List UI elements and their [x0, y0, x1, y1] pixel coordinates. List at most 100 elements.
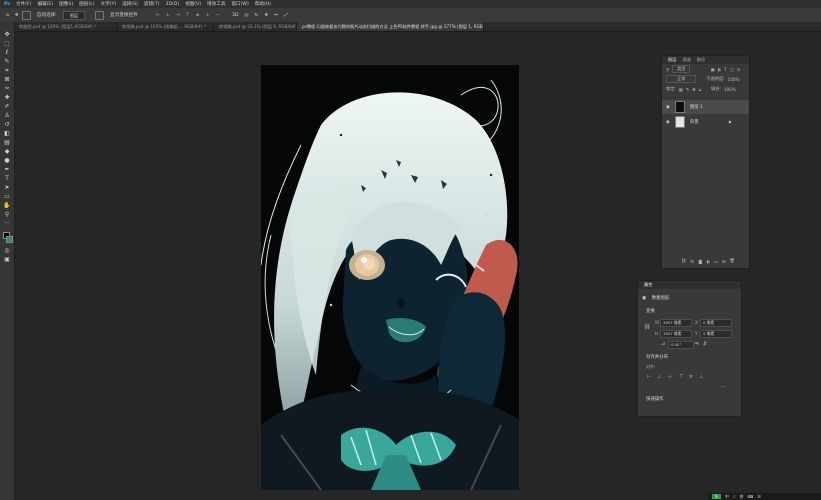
lasso-tool-icon[interactable]: ℓ — [3, 49, 11, 56]
menu-layer[interactable]: 图层(L) — [79, 1, 94, 7]
menu-filter[interactable]: 滤镜(T) — [144, 1, 160, 7]
pan-icon[interactable]: ✥ — [264, 13, 268, 18]
layer-name[interactable]: 图层 1 — [690, 104, 703, 110]
path-select-tool-icon[interactable]: ➤ — [3, 184, 11, 191]
slide-icon[interactable]: ⇔ — [274, 13, 278, 18]
auto-select-dropdown[interactable]: 图层 — [62, 10, 86, 20]
menu-help[interactable]: 帮助(H) — [255, 1, 271, 7]
quick-actions-section-title[interactable]: 快速操作 — [638, 396, 664, 402]
lock-pixels-icon[interactable]: ▦ — [679, 87, 683, 92]
marquee-tool-icon[interactable]: ⬚ — [3, 40, 11, 47]
visibility-eye-icon[interactable]: ◉ — [666, 120, 670, 125]
lock-all-icon[interactable]: 🔒︎ — [699, 87, 701, 92]
zoom-tool-icon[interactable]: ⚲ — [3, 211, 11, 218]
auto-select-checkbox[interactable] — [21, 10, 31, 20]
tab-paths[interactable]: 路径 — [697, 57, 705, 63]
filter-shape-icon[interactable]: ▢ — [730, 67, 734, 72]
menu-window[interactable]: 窗口(W) — [231, 1, 248, 7]
home-icon[interactable]: ⌂ — [6, 13, 9, 18]
layer-name[interactable]: 背景 — [690, 119, 699, 125]
align-right-icon[interactable]: ⊣ — [176, 13, 180, 18]
show-transform-checkbox[interactable] — [95, 10, 105, 20]
align-middle-icon[interactable]: ≑ — [196, 13, 200, 18]
menu-select[interactable]: 选择(S) — [122, 1, 138, 7]
align-top-icon[interactable]: ⊤ — [186, 13, 190, 18]
adjustment-layer-icon[interactable]: ◐ — [706, 259, 710, 264]
brush-tool-icon[interactable]: ✐ — [3, 103, 11, 110]
fill-input[interactable]: 100% — [724, 87, 736, 92]
y-input[interactable]: 0 像素 — [700, 330, 732, 338]
tab-channels[interactable]: 通道 — [682, 57, 690, 63]
delete-layer-icon[interactable]: 🗑︎ — [730, 258, 735, 264]
pen-tool-icon[interactable]: ✒ — [3, 166, 11, 173]
more-tools-icon[interactable]: ··· — [3, 220, 11, 227]
rectangle-tool-icon[interactable]: ▭ — [3, 193, 11, 200]
eyedropper-tool-icon[interactable]: ✑ — [3, 85, 11, 92]
filter-smart-icon[interactable]: ⊡ — [737, 67, 741, 72]
angle-input[interactable]: 0.00° — [668, 341, 694, 349]
blend-mode-dropdown[interactable]: 正常 — [666, 75, 697, 83]
align-left-icon[interactable]: ⊢ — [156, 13, 160, 18]
screen-mode-icon[interactable]: ▣ — [3, 256, 11, 263]
filter-pixel-icon[interactable]: ▣ — [710, 67, 714, 72]
layer-filter-dropdown[interactable]: 类型 — [672, 65, 691, 73]
flip-vertical-icon[interactable]: ⇵ — [702, 341, 708, 347]
document-canvas-image[interactable] — [261, 65, 519, 490]
menu-image[interactable]: 图像(I) — [59, 1, 73, 7]
align-bottom-edges-icon[interactable]: ⊥ — [698, 374, 704, 380]
app-logo-icon[interactable]: Ps — [4, 2, 10, 7]
width-input[interactable]: 3907 像素 — [660, 319, 692, 327]
menu-icon[interactable]: ☰ — [757, 494, 761, 499]
dodge-tool-icon[interactable]: ● — [3, 157, 11, 164]
tab-document-1[interactable]: 转曲图.psd @ 100% (图层1,RGB/8#) * — [14, 22, 117, 31]
fx-icon[interactable]: fx — [690, 259, 694, 264]
frame-tool-icon[interactable]: ⊠ — [3, 76, 11, 83]
align-v-centers-icon[interactable]: ≑ — [688, 374, 694, 380]
tab-document-2[interactable]: 转线稿.psd @ 100% (线稿组..., RGB/8#) * — [117, 22, 214, 31]
orbit-icon[interactable]: ◎ — [244, 13, 248, 18]
tab-document-3[interactable]: 转描稿.psd @ 33.3% (图层 0, RGB/8#) * — [214, 22, 297, 31]
lock-move-icon[interactable]: ✥ — [692, 87, 696, 92]
keyboard-icon[interactable]: ⌨ — [747, 494, 753, 499]
align-bottom-icon[interactable]: ⊥ — [206, 13, 210, 18]
type-tool-icon[interactable]: T — [3, 175, 11, 182]
hand-tool-icon[interactable]: ✋ — [3, 202, 11, 209]
align-section-title[interactable]: 对齐并分布 — [638, 354, 668, 360]
background-color-swatch[interactable] — [6, 236, 13, 243]
menu-view[interactable]: 视图(V) — [185, 1, 201, 7]
link-layers-icon[interactable]: ⛓ — [681, 258, 686, 264]
add-mask-icon[interactable]: ◙ — [698, 259, 702, 264]
x-input[interactable]: 0 像素 — [700, 319, 732, 327]
crop-tool-icon[interactable]: ⌗ — [3, 67, 11, 74]
blur-tool-icon[interactable]: ◆ — [3, 148, 11, 155]
filter-type-icon[interactable]: T — [724, 67, 727, 72]
opacity-input[interactable]: 100% — [728, 77, 740, 82]
eraser-tool-icon[interactable]: ◧ — [3, 130, 11, 137]
move-tool-icon[interactable]: ✥ — [15, 13, 19, 18]
menu-file[interactable]: 文件(F) — [16, 1, 31, 7]
menu-type[interactable]: 文字(Y) — [101, 1, 117, 7]
height-input[interactable]: 3907 像素 — [660, 330, 692, 338]
tab-layers[interactable]: 图层 — [668, 57, 676, 63]
tray-item-pinyin[interactable]: 拼 — [739, 494, 743, 500]
lock-paint-icon[interactable]: ✎ — [686, 87, 690, 92]
more-options-icon[interactable]: ··· — [216, 13, 220, 18]
menu-edit[interactable]: 编辑(E) — [37, 1, 53, 7]
tab-document-active[interactable]: ps教程 闪退修复技巧教你图片动态扫描的方法 上色PS软件教程 转手.jpg @… — [297, 22, 484, 31]
flip-horizontal-icon[interactable]: ⇋ — [694, 341, 700, 347]
tray-item-audio[interactable]: ♪ — [733, 494, 736, 499]
filter-adjust-icon[interactable]: ◐ — [717, 67, 721, 72]
align-left-edges-icon[interactable]: ⊢ — [646, 374, 652, 380]
menu-plugins[interactable]: 增效工具 — [207, 1, 225, 7]
roll-icon[interactable]: ↻ — [255, 13, 259, 18]
menu-3d[interactable]: 3D(D) — [166, 2, 180, 7]
group-icon[interactable]: ▭ — [714, 259, 718, 264]
align-right-edges-icon[interactable]: ⊣ — [666, 374, 672, 380]
align-top-edges-icon[interactable]: ⊤ — [678, 374, 684, 380]
layer-row-background[interactable]: ◉ 背景 🔒︎ — [662, 115, 749, 129]
gradient-tool-icon[interactable]: ▤ — [3, 139, 11, 146]
scale-icon[interactable]: ⤢ — [284, 12, 288, 18]
transform-section-title[interactable]: 变换 — [638, 308, 655, 314]
history-brush-tool-icon[interactable]: ↺ — [3, 121, 11, 128]
quick-mask-icon[interactable]: ◎ — [3, 247, 11, 254]
